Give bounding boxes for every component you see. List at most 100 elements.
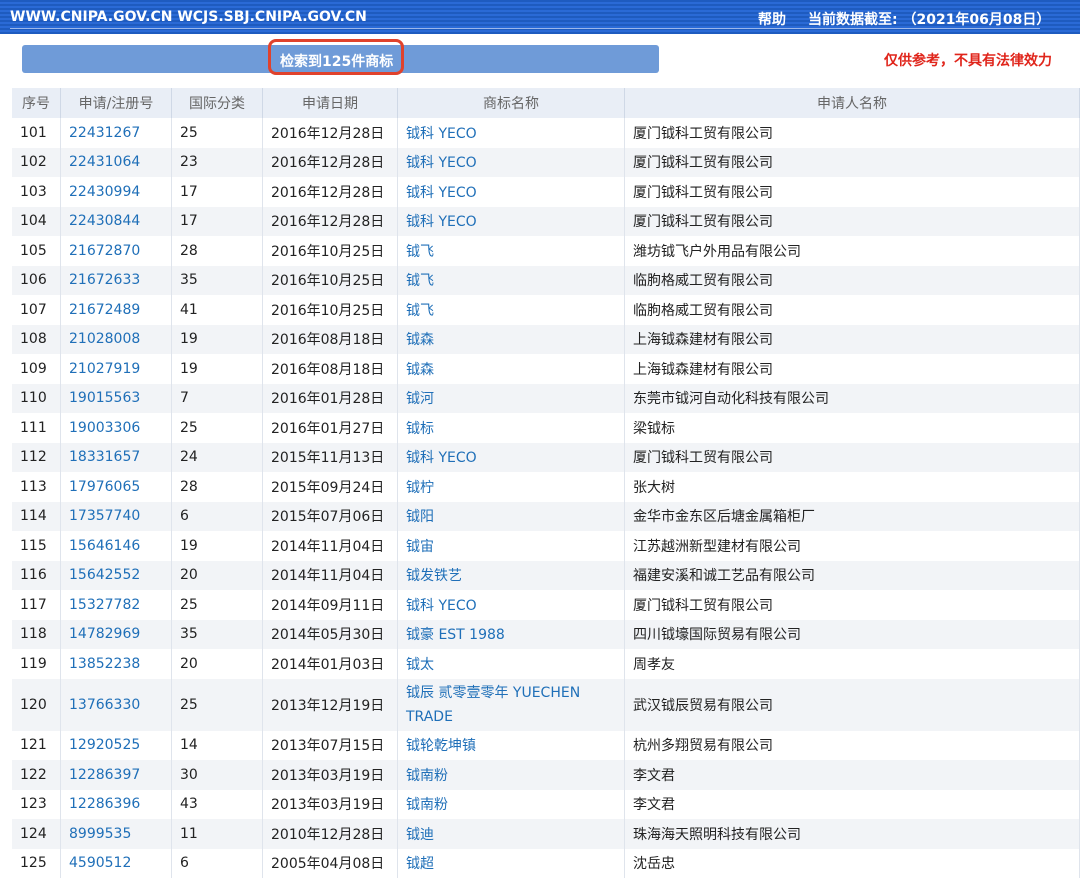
registration-number-link[interactable]: 13852238	[60, 649, 172, 679]
registration-number-link[interactable]: 21027919	[60, 354, 172, 384]
registration-number-link[interactable]: 15646146	[60, 531, 172, 561]
row-number: 112	[12, 442, 61, 472]
application-date-cell: 2016年08月18日	[262, 324, 398, 354]
trademark-name-link[interactable]: 钺科 YECO	[397, 590, 625, 620]
registration-number-link[interactable]: 21672633	[60, 265, 172, 295]
class-cell: 6	[171, 848, 263, 878]
row-number: 101	[12, 118, 61, 148]
registration-number-link[interactable]: 15642552	[60, 560, 172, 590]
table-row: 121 12920525 14 2013年07月15日 钺轮乾坤镇 杭州多翔贸易有限公司	[12, 730, 1080, 760]
registration-number-link[interactable]: 19003306	[60, 413, 172, 443]
registration-number-link[interactable]: 22430994	[60, 177, 172, 207]
row-number: 124	[12, 819, 61, 849]
row-number: 123	[12, 789, 61, 819]
registration-number-link[interactable]: 8999535	[60, 819, 172, 849]
table-row: 113 17976065 28 2015年09月24日 钺柠 张大树	[12, 472, 1080, 502]
banner-divider	[10, 28, 1040, 29]
registration-number-link[interactable]: 22431267	[60, 118, 172, 148]
registration-number-link[interactable]: 22431064	[60, 147, 172, 177]
table-row: 105 21672870 28 2016年10月25日 钺飞 潍坊钺飞户外用品有限公司	[12, 236, 1080, 266]
trademark-name-link[interactable]: 钺迪	[397, 819, 625, 849]
trademark-name-link[interactable]: 钺河	[397, 383, 625, 413]
trademark-name-link[interactable]: 钺轮乾坤镇	[397, 730, 625, 760]
trademark-name-link[interactable]: 钺南粉	[397, 789, 625, 819]
class-cell: 19	[171, 354, 263, 384]
trademark-name-link[interactable]: 钺飞	[397, 265, 625, 295]
trademark-name-link[interactable]: 钺飞	[397, 236, 625, 266]
class-cell: 7	[171, 383, 263, 413]
trademark-name-link[interactable]: 钺飞	[397, 295, 625, 325]
registration-number-link[interactable]: 21028008	[60, 324, 172, 354]
application-date-cell: 2016年08月18日	[262, 354, 398, 384]
trademark-name-link[interactable]: 钺超	[397, 848, 625, 878]
trademark-name-link[interactable]: 钺森	[397, 354, 625, 384]
applicant-cell: 梁钺标	[624, 413, 1080, 443]
trademark-name-link[interactable]: 钺标	[397, 413, 625, 443]
table-row: 107 21672489 41 2016年10月25日 钺飞 临朐格威工贸有限公司	[12, 295, 1080, 325]
class-cell: 35	[171, 265, 263, 295]
registration-number-link[interactable]: 22430844	[60, 206, 172, 236]
row-number: 119	[12, 649, 61, 679]
row-number: 113	[12, 472, 61, 502]
applicant-cell: 福建安溪和诚工艺品有限公司	[624, 560, 1080, 590]
class-cell: 25	[171, 590, 263, 620]
table-row: 125 4590512 6 2005年04月08日 钺超 沈岳忠	[12, 848, 1080, 878]
registration-number-link[interactable]: 13766330	[60, 678, 172, 731]
trademark-name-link[interactable]: 钺阳	[397, 501, 625, 531]
registration-number-link[interactable]: 4590512	[60, 848, 172, 878]
row-number: 121	[12, 730, 61, 760]
class-cell: 25	[171, 118, 263, 148]
trademark-name-link[interactable]: 钺柠	[397, 472, 625, 502]
trademark-name-link[interactable]: 钺科 YECO	[397, 147, 625, 177]
applicant-cell: 周孝友	[624, 649, 1080, 679]
application-date-cell: 2013年03月19日	[262, 760, 398, 790]
registration-number-link[interactable]: 18331657	[60, 442, 172, 472]
application-date-cell: 2016年01月28日	[262, 383, 398, 413]
trademark-name-link[interactable]: 钺科 YECO	[397, 177, 625, 207]
col-header-mark: 商标名称	[397, 88, 625, 118]
registration-number-link[interactable]: 17976065	[60, 472, 172, 502]
registration-number-link[interactable]: 12286397	[60, 760, 172, 790]
trademark-name-link[interactable]: 钺科 YECO	[397, 442, 625, 472]
trademark-name-link[interactable]: 钺宙	[397, 531, 625, 561]
trademark-name-link[interactable]: 钺辰 贰零壹零年 YUECHEN TRADE	[397, 678, 625, 731]
row-number: 114	[12, 501, 61, 531]
table-row: 120 13766330 25 2013年12月19日 钺辰 贰零壹零年 YUECHEN…	[12, 678, 1080, 731]
registration-number-link[interactable]: 19015563	[60, 383, 172, 413]
registration-number-link[interactable]: 12920525	[60, 730, 172, 760]
registration-number-link[interactable]: 21672870	[60, 236, 172, 266]
row-number: 107	[12, 295, 61, 325]
disclaimer: 仅供参考，不具有法律效力	[884, 53, 1052, 69]
table-row: 103 22430994 17 2016年12月28日 钺科 YECO 厦门钺科工贸有限公…	[12, 177, 1080, 207]
application-date-cell: 2016年10月25日	[262, 265, 398, 295]
registration-number-link[interactable]: 12286396	[60, 789, 172, 819]
trademark-name-link[interactable]: 钺南粉	[397, 760, 625, 790]
row-number: 111	[12, 413, 61, 443]
applicant-cell: 沈岳忠	[624, 848, 1080, 878]
trademark-name-link[interactable]: 钺豪 EST 1988	[397, 619, 625, 649]
application-date-cell: 2005年04月08日	[262, 848, 398, 878]
trademark-name-link[interactable]: 钺科 YECO	[397, 118, 625, 148]
col-header-reg: 申请/注册号	[60, 88, 172, 118]
application-date-cell: 2013年03月19日	[262, 789, 398, 819]
registration-number-link[interactable]: 14782969	[60, 619, 172, 649]
applicant-cell: 厦门钺科工贸有限公司	[624, 206, 1080, 236]
applicant-cell: 潍坊钺飞户外用品有限公司	[624, 236, 1080, 266]
trademark-name-link[interactable]: 钺科 YECO	[397, 206, 625, 236]
trademark-name-link[interactable]: 钺森	[397, 324, 625, 354]
registration-number-link[interactable]: 15327782	[60, 590, 172, 620]
class-cell: 17	[171, 177, 263, 207]
table-header-row: 序号 申请/注册号 国际分类 申请日期 商标名称 申请人名称	[12, 88, 1080, 118]
help-link[interactable]: 帮助	[758, 9, 786, 29]
row-number: 116	[12, 560, 61, 590]
application-date-cell: 2010年12月28日	[262, 819, 398, 849]
registration-number-link[interactable]: 21672489	[60, 295, 172, 325]
registration-number-link[interactable]: 17357740	[60, 501, 172, 531]
applicant-cell: 东莞市钺河自动化科技有限公司	[624, 383, 1080, 413]
class-cell: 17	[171, 206, 263, 236]
class-cell: 20	[171, 649, 263, 679]
trademark-name-link[interactable]: 钺太	[397, 649, 625, 679]
row-number: 106	[12, 265, 61, 295]
trademark-name-link[interactable]: 钺发铁艺	[397, 560, 625, 590]
site-domains: WWW.CNIPA.GOV.CN WCJS.SBJ.CNIPA.GOV.CN	[10, 9, 367, 25]
